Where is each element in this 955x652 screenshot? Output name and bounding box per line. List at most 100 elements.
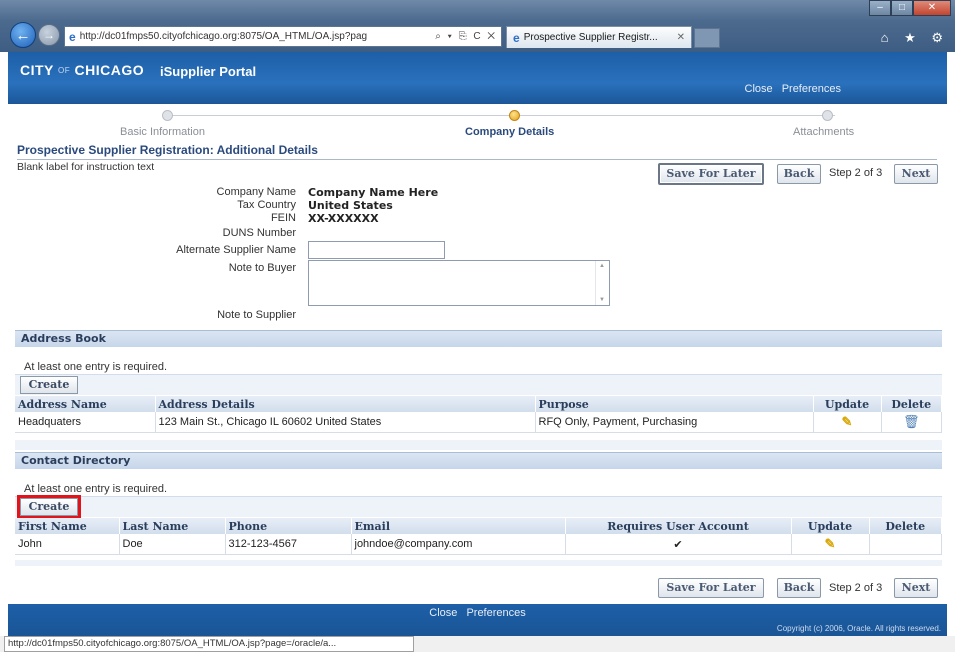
address-bar[interactable]: e http://dc01fmps50.cityofchicago.org:80… [64,26,502,47]
close-window-button[interactable]: ✕ [913,0,951,16]
column-purpose: Purpose [535,396,814,412]
company-name-label: Company Name [216,186,296,198]
ie-icon: e [69,29,76,44]
address-book-note: At least one entry is required. [24,361,168,373]
address-tools-icon[interactable]: ⌕ ▾ ⎘ C ✕ [435,31,501,42]
contact-create-button[interactable]: Create [17,495,81,519]
trash-icon[interactable]: 🗑 [903,414,920,430]
contact-update-cell: ✎ [791,534,870,555]
column-email: Email [351,518,566,534]
footer-close-link[interactable]: Close [429,607,457,619]
header-links: Close Preferences [739,83,842,95]
header-close-link[interactable]: Close [745,83,773,95]
address-table-header: Address Name Address Details Purpose Upd… [15,396,942,412]
note-to-buyer-label: Note to Buyer [228,262,296,274]
train-step-3-dot [822,110,833,121]
company-name-value: Company Name Here [308,186,439,199]
back-button-bottom[interactable]: Back [777,578,821,598]
footer-preferences-link[interactable]: Preferences [466,607,525,619]
window-controls: – □ ✕ [869,0,951,16]
contact-table: First Name Last Name Phone Email Require… [15,518,942,555]
contact-delete-cell [869,534,942,555]
next-button-top[interactable]: Next [894,164,938,184]
address-details-cell: 123 Main St., Chicago IL 60602 United St… [155,412,536,433]
column-delete: Delete [869,518,942,534]
note-to-supplier-label: Note to Supplier [217,309,296,321]
fein-value: XX-XXXXXX [308,212,379,225]
step-train: Basic Information Company Details Attach… [8,104,947,142]
address-url[interactable]: http://dc01fmps50.cityofchicago.org:8075… [80,31,367,42]
scroll-down-icon[interactable]: ▼ [599,297,605,303]
column-delete: Delete [881,396,942,412]
train-step-2-dot [509,110,520,121]
pencil-icon[interactable]: ✎ [842,414,853,430]
train-step-attachments: Attachments [793,126,855,138]
tax-country-value: United States [308,199,393,212]
browser-chrome: – □ ✕ ← → e http://dc01fmps50.cityofchic… [0,0,955,52]
header-preferences-link[interactable]: Preferences [782,83,841,95]
column-address-details: Address Details [155,396,536,412]
tab-close-icon[interactable]: ✕ [677,32,691,43]
train-step-company-details: Company Details [465,126,555,138]
address-create-button[interactable]: Create [20,376,78,394]
status-bar: http://dc01fmps50.cityofchicago.org:8075… [0,636,955,652]
first-name-cell: John [15,534,120,555]
footer-links: Close Preferences [8,607,947,619]
column-update: Update [791,518,870,534]
new-tab-button[interactable] [694,28,720,48]
train-step-1-dot [162,110,173,121]
forward-arrow-icon[interactable]: → [38,24,60,46]
address-purpose-cell: RFQ Only, Payment, Purchasing [535,412,814,433]
tab-title: Prospective Supplier Registr... [523,32,658,43]
email-cell: johndoe@company.com [351,534,566,555]
scroll-up-icon[interactable]: ▲ [599,263,605,269]
maximize-button[interactable]: □ [891,0,913,16]
copyright-text: Copyright (c) 2006, Oracle. All rights r… [776,624,941,633]
pencil-icon[interactable]: ✎ [825,536,836,552]
tax-country-label: Tax Country [237,199,296,211]
column-first-name: First Name [15,518,120,534]
address-delete-cell: 🗑 [881,412,942,433]
page-title: Prospective Supplier Registration: Addit… [17,143,937,160]
address-create-bar: Create [15,374,942,395]
status-url: http://dc01fmps50.cityofchicago.org:8075… [4,636,414,652]
address-update-cell: ✎ [813,412,882,433]
textarea-scrollbar[interactable]: ▲ ▼ [595,261,609,305]
toolbar-icons[interactable]: ⌂ ★ ⚙ [881,30,949,46]
alternate-supplier-name-input[interactable] [308,241,445,259]
contact-create-bar: Create [15,495,942,519]
step-indicator-top: Step 2 of 3 [829,167,883,179]
address-name-cell: Headquaters [15,412,156,433]
minimize-button[interactable]: – [869,0,891,16]
logo-city: CITY [20,62,54,78]
train-line [168,115,835,116]
section-spacer [15,560,942,566]
requires-account-checkmark-icon: ✔ [565,534,792,555]
train-step-basic-information: Basic Information [120,126,205,138]
page-footer: Close Preferences Copyright (c) 2006, Or… [8,604,947,636]
contact-directory-header: Contact Directory [15,452,942,469]
section-spacer [15,440,942,450]
column-update: Update [813,396,882,412]
save-for-later-button-top[interactable]: Save For Later [658,163,764,185]
note-to-buyer-textarea[interactable]: ▲ ▼ [308,260,610,306]
logo-of: OF [58,66,71,75]
duns-number-label: DUNS Number [222,227,296,239]
browser-tab[interactable]: e Prospective Supplier Registr... ✕ [506,26,692,48]
column-last-name: Last Name [119,518,226,534]
back-button-top[interactable]: Back [777,164,821,184]
address-table: Address Name Address Details Purpose Upd… [15,396,942,433]
logo-chicago: CHICAGO [74,62,145,78]
portal-title: iSupplier Portal [160,64,257,79]
save-for-later-button-bottom[interactable]: Save For Later [658,578,764,598]
address-book-header: Address Book [15,330,942,347]
column-address-name: Address Name [15,396,156,412]
table-row: Headquaters 123 Main St., Chicago IL 606… [15,412,942,433]
app-header: CITY OF CHICAGO iSupplier Portal Close P… [8,52,947,104]
last-name-cell: Doe [119,534,226,555]
contact-table-header: First Name Last Name Phone Email Require… [15,518,942,534]
next-button-bottom[interactable]: Next [894,578,938,598]
back-arrow-icon[interactable]: ← [10,22,36,48]
column-phone: Phone [225,518,352,534]
city-logo: CITY OF CHICAGO [20,62,144,78]
